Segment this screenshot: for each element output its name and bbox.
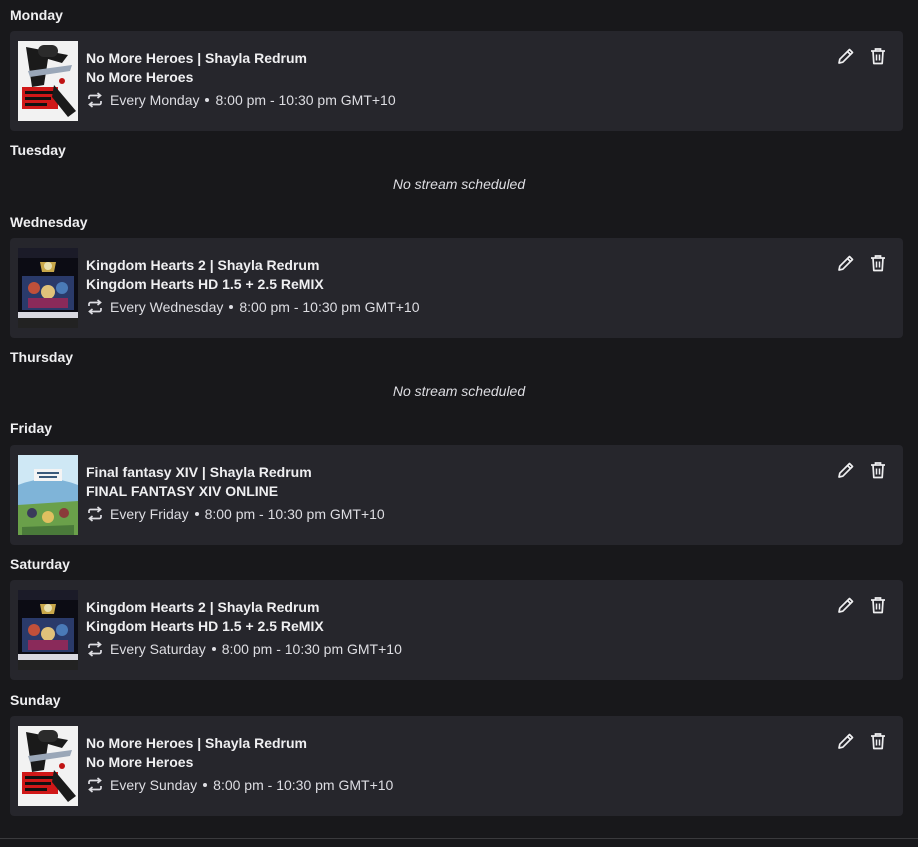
stream-meta: Every Friday 8:00 pm - 10:30 pm GMT+10 xyxy=(86,505,385,523)
stream-title: Kingdom Hearts 2 | Shayla Redrum xyxy=(86,599,320,615)
delete-button[interactable] xyxy=(867,45,889,67)
trash-icon xyxy=(871,597,885,614)
no-more-heroes-boxart xyxy=(18,726,78,806)
pencil-icon xyxy=(838,597,854,613)
repeat-icon xyxy=(88,506,102,522)
edit-button[interactable] xyxy=(835,730,857,752)
separator-dot xyxy=(205,98,210,102)
day-header: Thursday xyxy=(10,349,74,365)
kingdom-hearts-boxart xyxy=(18,248,78,328)
stream-title: Final fantasy XIV | Shayla Redrum xyxy=(86,464,312,480)
day-header: Sunday xyxy=(10,692,61,708)
recurrence-text: Every Friday xyxy=(110,506,189,522)
edit-button[interactable] xyxy=(835,459,857,481)
time-range: 8:00 pm - 10:30 pm GMT+10 xyxy=(221,641,402,657)
delete-button[interactable] xyxy=(867,594,889,616)
delete-button[interactable] xyxy=(867,459,889,481)
edit-button[interactable] xyxy=(835,45,857,67)
no-more-heroes-boxart xyxy=(18,41,78,121)
delete-button[interactable] xyxy=(867,730,889,752)
divider xyxy=(0,838,918,839)
day-header: Wednesday xyxy=(10,214,88,230)
game-name: Kingdom Hearts HD 1.5 + 2.5 ReMIX xyxy=(86,276,324,292)
trash-icon xyxy=(871,48,885,65)
recurrence-text: Every Monday xyxy=(110,92,200,108)
time-range: 8:00 pm - 10:30 pm GMT+10 xyxy=(213,777,394,793)
trash-icon xyxy=(871,733,885,750)
time-range: 8:00 pm - 10:30 pm GMT+10 xyxy=(239,299,420,315)
separator-dot xyxy=(229,305,234,309)
stream-card: Kingdom Hearts 2 | Shayla Redrum Kingdom… xyxy=(10,238,903,338)
final-fantasy-xiv-boxart xyxy=(18,455,78,535)
stream-title: Kingdom Hearts 2 | Shayla Redrum xyxy=(86,257,320,273)
edit-button[interactable] xyxy=(835,594,857,616)
game-name: No More Heroes xyxy=(86,69,194,85)
recurrence-text: Every Sunday xyxy=(110,777,198,793)
stream-meta: Every Monday 8:00 pm - 10:30 pm GMT+10 xyxy=(86,91,396,109)
empty-schedule-text: No stream scheduled xyxy=(392,176,526,192)
delete-button[interactable] xyxy=(867,252,889,274)
pencil-icon xyxy=(838,255,854,271)
stream-card: Final fantasy XIV | Shayla Redrum FINAL … xyxy=(10,445,903,545)
pencil-icon xyxy=(838,48,854,64)
stream-meta: Every Sunday 8:00 pm - 10:30 pm GMT+10 xyxy=(86,776,393,794)
game-name: No More Heroes xyxy=(86,754,194,770)
day-header: Saturday xyxy=(10,556,70,572)
day-header: Monday xyxy=(10,7,63,23)
trash-icon xyxy=(871,255,885,272)
edit-button[interactable] xyxy=(835,252,857,274)
game-name: FINAL FANTASY XIV ONLINE xyxy=(86,483,279,499)
stream-card: No More Heroes | Shayla Redrum No More H… xyxy=(10,31,903,131)
trash-icon xyxy=(871,462,885,479)
kingdom-hearts-boxart xyxy=(18,590,78,670)
separator-dot xyxy=(203,783,208,787)
stream-title: No More Heroes | Shayla Redrum xyxy=(86,50,307,66)
repeat-icon xyxy=(88,641,102,657)
pencil-icon xyxy=(838,462,854,478)
game-name: Kingdom Hearts HD 1.5 + 2.5 ReMIX xyxy=(86,618,324,634)
time-range: 8:00 pm - 10:30 pm GMT+10 xyxy=(215,92,396,108)
recurrence-text: Every Wednesday xyxy=(110,299,224,315)
separator-dot xyxy=(211,647,216,651)
recurrence-text: Every Saturday xyxy=(110,641,206,657)
stream-title: No More Heroes | Shayla Redrum xyxy=(86,735,307,751)
empty-schedule-text: No stream scheduled xyxy=(392,383,526,399)
stream-meta: Every Saturday 8:00 pm - 10:30 pm GMT+10 xyxy=(86,640,402,658)
repeat-icon xyxy=(88,777,102,793)
day-header: Tuesday xyxy=(10,142,66,158)
day-header: Friday xyxy=(10,420,53,436)
repeat-icon xyxy=(88,299,102,315)
pencil-icon xyxy=(838,733,854,749)
time-range: 8:00 pm - 10:30 pm GMT+10 xyxy=(204,506,385,522)
stream-schedule: Monday No More Heroes | Shayla Redrum No xyxy=(0,0,918,847)
separator-dot xyxy=(194,512,199,516)
stream-card: No More Heroes | Shayla Redrum No More H… xyxy=(10,716,903,816)
stream-meta: Every Wednesday 8:00 pm - 10:30 pm GMT+1… xyxy=(86,298,420,316)
stream-card: Kingdom Hearts 2 | Shayla Redrum Kingdom… xyxy=(10,580,903,680)
repeat-icon xyxy=(88,92,102,108)
